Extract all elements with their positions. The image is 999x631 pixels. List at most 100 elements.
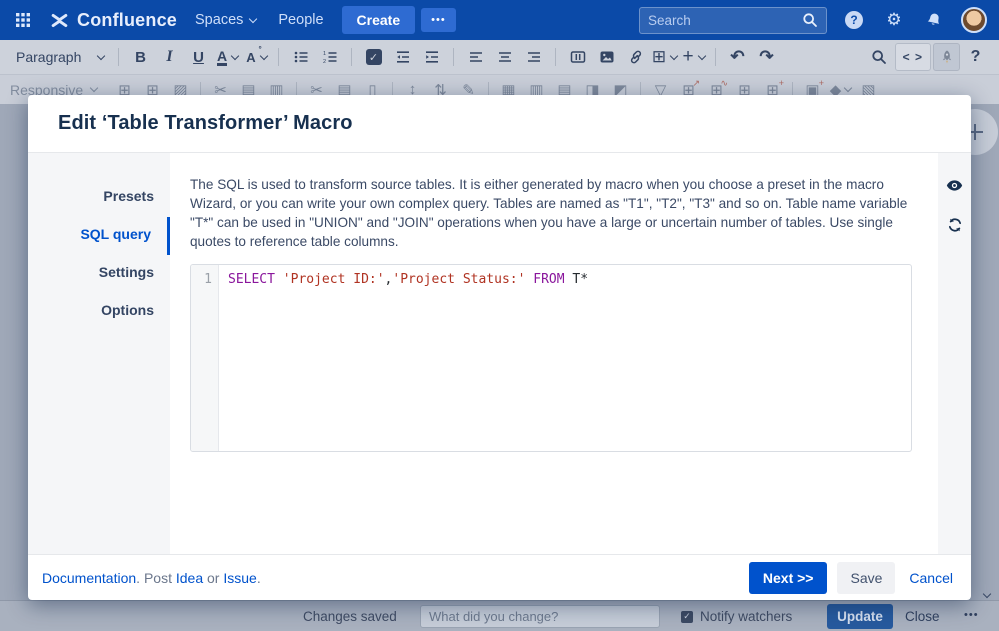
underline-icon: U	[193, 48, 204, 66]
refresh-icon	[948, 218, 961, 232]
find-replace-button[interactable]	[866, 43, 893, 71]
global-search[interactable]	[639, 6, 827, 34]
avatar	[961, 7, 987, 33]
italic-button[interactable]: I	[156, 43, 183, 71]
dialog-right-rail	[938, 153, 971, 554]
cancel-button[interactable]: Cancel	[905, 562, 957, 594]
italic-icon: I	[166, 48, 173, 65]
align-left-button[interactable]	[462, 43, 489, 71]
redo-button[interactable]: ↷	[753, 43, 780, 71]
toolbar-separator	[555, 48, 556, 66]
insert-table-button[interactable]: ⊞	[651, 43, 679, 71]
update-button[interactable]: Update	[827, 604, 893, 629]
sidebar-item-settings[interactable]: Settings	[28, 255, 170, 293]
align-left-icon	[469, 52, 482, 62]
outdent-button[interactable]	[389, 43, 416, 71]
nav-spaces[interactable]: Spaces	[191, 6, 260, 34]
notify-watchers-label: Notify watchers	[700, 609, 793, 624]
bullet-list-button[interactable]	[287, 43, 314, 71]
dialog-content: The SQL is used to transform source tabl…	[170, 153, 938, 554]
source-view-button[interactable]: < >	[894, 43, 931, 71]
toolbar-separator	[118, 48, 119, 66]
notifications-button[interactable]	[921, 7, 947, 33]
gear-icon: ⚙	[886, 10, 902, 29]
sidebar-item-options[interactable]: Options	[28, 293, 170, 331]
nav-people[interactable]: People	[274, 6, 327, 34]
underline-button[interactable]: U	[185, 43, 212, 71]
version-comment-input[interactable]	[420, 605, 660, 628]
next-button[interactable]: Next >>	[748, 561, 828, 594]
text-color-icon: A	[216, 47, 228, 66]
insert-image-button[interactable]	[593, 43, 620, 71]
search-input[interactable]	[648, 12, 802, 28]
task-list-button[interactable]: ✓	[360, 43, 387, 71]
dialog-body: Presets SQL query Settings Options The S…	[28, 152, 971, 554]
insert-more-button[interactable]: +	[680, 43, 707, 71]
footer-links: Documentation. Post Idea or Issue.	[42, 570, 261, 586]
user-menu[interactable]	[961, 7, 987, 33]
image-icon	[600, 51, 613, 63]
text-color-button[interactable]: A	[214, 43, 241, 71]
sql-token-string: 'Project Status:'	[392, 272, 526, 287]
paragraph-style-dropdown[interactable]: Paragraph	[10, 43, 110, 71]
help-icon: ?	[845, 11, 863, 29]
bold-button[interactable]: B	[127, 43, 154, 71]
documentation-link[interactable]: Documentation	[42, 570, 136, 586]
settings-button[interactable]: ⚙	[881, 7, 907, 33]
undo-button[interactable]: ↶	[724, 43, 751, 71]
idea-link[interactable]: Idea	[176, 570, 203, 586]
footer-text: or	[203, 569, 224, 586]
plus-icon	[973, 124, 977, 140]
sql-token-string: 'Project ID:'	[282, 272, 385, 287]
align-center-button[interactable]	[491, 43, 518, 71]
save-bar-more-button[interactable]: •••	[964, 609, 979, 621]
sidebar-item-presets[interactable]: Presets	[28, 179, 170, 217]
close-button[interactable]: Close	[905, 609, 940, 624]
page-layout-button[interactable]	[564, 43, 591, 71]
app-switcher-icon[interactable]	[10, 7, 36, 33]
refresh-button[interactable]	[947, 217, 963, 238]
help-button[interactable]: ?	[841, 7, 867, 33]
nav-more-button[interactable]: •••	[421, 8, 456, 32]
bullet-list-icon	[294, 51, 307, 63]
numbered-list-button[interactable]: 12	[316, 43, 343, 71]
align-right-button[interactable]	[520, 43, 547, 71]
align-center-icon	[498, 52, 511, 62]
rocket-icon	[942, 50, 951, 64]
eye-icon	[946, 180, 963, 191]
checkbox-checked-icon[interactable]: ✓	[681, 610, 693, 623]
footer-text: .	[256, 569, 261, 586]
app-root: Confluence Spaces People Create ••• ? ⚙ …	[0, 0, 999, 631]
sql-token-plain: T*	[564, 272, 589, 287]
svg-text:2: 2	[323, 59, 326, 65]
chevron-down-icon	[697, 51, 706, 60]
more-formatting-button[interactable]: A °	[243, 43, 270, 71]
sql-token-keyword: FROM	[533, 272, 565, 287]
sidebar-item-sql-query[interactable]: SQL query	[28, 217, 170, 255]
sql-token-keyword: SELECT	[228, 272, 275, 287]
undo-icon: ↶	[730, 47, 745, 66]
indent-button[interactable]	[418, 43, 445, 71]
save-button[interactable]: Save	[837, 561, 896, 594]
preview-eye-button[interactable]	[946, 177, 963, 199]
dialog-sidebar: Presets SQL query Settings Options	[28, 153, 170, 554]
sql-token-plain	[275, 272, 283, 287]
issue-link[interactable]: Issue	[223, 570, 256, 586]
editor-help-button[interactable]: ?	[962, 43, 989, 71]
chevron-down-icon	[669, 51, 679, 60]
align-right-icon	[527, 52, 540, 62]
search-icon	[872, 50, 887, 64]
notify-watchers-control[interactable]: ✓ Notify watchers	[681, 609, 792, 624]
sql-code-line[interactable]: SELECT 'Project ID:','Project Status:' F…	[219, 265, 911, 451]
sql-code-editor[interactable]: 1 SELECT 'Project ID:','Project Status:'…	[190, 264, 912, 452]
question-icon: ?	[970, 48, 981, 65]
insert-link-button[interactable]	[622, 43, 649, 71]
numbered-list-icon: 12	[323, 51, 336, 65]
search-icon[interactable]	[802, 12, 818, 28]
create-button[interactable]: Create	[341, 6, 416, 34]
link-icon	[630, 50, 641, 64]
macros-rocket-button[interactable]	[933, 43, 960, 71]
page-scroll-chevron-icon[interactable]	[982, 584, 992, 602]
line-number: 1	[204, 272, 212, 287]
confluence-logo[interactable]: Confluence	[50, 10, 177, 31]
